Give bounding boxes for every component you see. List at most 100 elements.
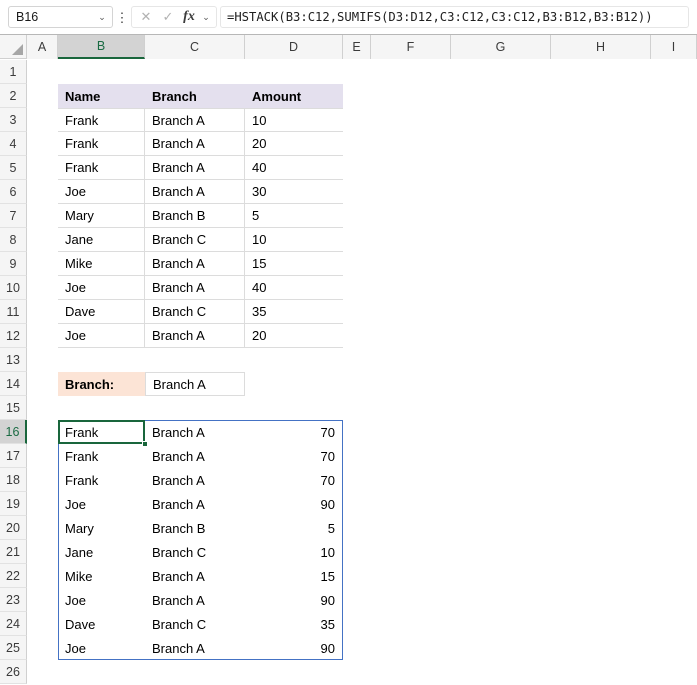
result-cell-name[interactable]: Mary (58, 516, 145, 540)
more-options-icon[interactable]: ⋮ (115, 11, 129, 24)
source-cell-name[interactable]: Mike (58, 252, 145, 276)
result-cell-branch[interactable]: Branch A (145, 492, 245, 516)
row-header-17[interactable]: 17 (0, 444, 27, 468)
column-header-d[interactable]: D (245, 35, 343, 59)
row-header-18[interactable]: 18 (0, 468, 27, 492)
result-cell-branch[interactable]: Branch A (145, 636, 245, 660)
row-header-14[interactable]: 14 (0, 372, 27, 396)
row-header-10[interactable]: 10 (0, 276, 27, 300)
source-cell-amount[interactable]: 40 (245, 156, 343, 180)
formula-input[interactable]: =HSTACK(B3:C12,SUMIFS(D3:D12,C3:C12,C3:C… (220, 6, 689, 28)
result-cell-amount[interactable]: 15 (245, 564, 343, 588)
result-cell-amount[interactable]: 5 (245, 516, 343, 540)
source-cell-branch[interactable]: Branch A (145, 324, 245, 348)
column-header-f[interactable]: F (371, 35, 451, 59)
result-cell-amount[interactable]: 70 (245, 420, 343, 444)
row-header-20[interactable]: 20 (0, 516, 27, 540)
row-header-8[interactable]: 8 (0, 228, 27, 252)
row-header-1[interactable]: 1 (0, 60, 27, 84)
result-cell-name[interactable]: Frank (58, 468, 145, 492)
name-box[interactable]: B16 ⌄ (8, 6, 113, 28)
source-cell-branch[interactable]: Branch A (145, 276, 245, 300)
column-header-g[interactable]: G (451, 35, 551, 59)
criteria-label[interactable]: Branch: (58, 372, 145, 396)
source-cell-name[interactable]: Mary (58, 204, 145, 228)
source-cell-branch[interactable]: Branch A (145, 108, 245, 132)
result-cell-amount[interactable]: 90 (245, 492, 343, 516)
source-cell-name[interactable]: Dave (58, 300, 145, 324)
source-table-header-name[interactable]: Name (58, 84, 145, 108)
source-cell-name[interactable]: Jane (58, 228, 145, 252)
row-header-6[interactable]: 6 (0, 180, 27, 204)
result-cell-amount[interactable]: 10 (245, 540, 343, 564)
result-cell-amount[interactable]: 90 (245, 588, 343, 612)
source-cell-branch[interactable]: Branch A (145, 180, 245, 204)
result-cell-name[interactable]: Joe (58, 492, 145, 516)
result-cell-name[interactable]: Jane (58, 540, 145, 564)
result-cell-amount[interactable]: 70 (245, 468, 343, 492)
source-cell-branch[interactable]: Branch A (145, 132, 245, 156)
source-cell-amount[interactable]: 40 (245, 276, 343, 300)
row-header-21[interactable]: 21 (0, 540, 27, 564)
cancel-icon[interactable]: ✕ (135, 7, 157, 27)
row-header-13[interactable]: 13 (0, 348, 27, 372)
source-cell-amount[interactable]: 5 (245, 204, 343, 228)
row-header-12[interactable]: 12 (0, 324, 27, 348)
row-header-25[interactable]: 25 (0, 636, 27, 660)
result-cell-name[interactable]: Mike (58, 564, 145, 588)
column-header-a[interactable]: A (27, 35, 58, 59)
source-cell-name[interactable]: Joe (58, 324, 145, 348)
row-header-15[interactable]: 15 (0, 396, 27, 420)
source-cell-amount[interactable]: 10 (245, 108, 343, 132)
sheet-cells[interactable]: Name Branch Amount Frank Branch A 10 Frank Bran… (27, 60, 697, 685)
row-header-3[interactable]: 3 (0, 108, 27, 132)
criteria-value[interactable]: Branch A (145, 372, 245, 396)
result-cell-name[interactable]: Joe (58, 636, 145, 660)
row-header-23[interactable]: 23 (0, 588, 27, 612)
result-cell-branch[interactable]: Branch A (145, 444, 245, 468)
source-cell-branch[interactable]: Branch A (145, 156, 245, 180)
result-cell-name[interactable]: Frank (58, 420, 145, 444)
result-cell-branch[interactable]: Branch A (145, 564, 245, 588)
row-header-11[interactable]: 11 (0, 300, 27, 324)
select-all-button[interactable] (0, 35, 27, 59)
row-header-7[interactable]: 7 (0, 204, 27, 228)
result-cell-amount[interactable]: 70 (245, 444, 343, 468)
result-cell-amount[interactable]: 90 (245, 636, 343, 660)
row-header-26[interactable]: 26 (0, 660, 27, 684)
source-cell-branch[interactable]: Branch A (145, 252, 245, 276)
result-cell-branch[interactable]: Branch C (145, 540, 245, 564)
source-cell-name[interactable]: Frank (58, 132, 145, 156)
result-cell-name[interactable]: Joe (58, 588, 145, 612)
column-header-h[interactable]: H (551, 35, 651, 59)
result-cell-branch[interactable]: Branch A (145, 420, 245, 444)
row-header-16[interactable]: 16 (0, 420, 27, 444)
source-cell-name[interactable]: Joe (58, 180, 145, 204)
source-cell-amount[interactable]: 20 (245, 132, 343, 156)
result-cell-branch[interactable]: Branch C (145, 612, 245, 636)
column-header-b[interactable]: B (58, 35, 145, 59)
source-cell-amount[interactable]: 35 (245, 300, 343, 324)
row-header-19[interactable]: 19 (0, 492, 27, 516)
source-cell-branch[interactable]: Branch B (145, 204, 245, 228)
row-header-2[interactable]: 2 (0, 84, 27, 108)
chevron-down-icon[interactable]: ⌄ (92, 12, 112, 22)
source-table-header-amount[interactable]: Amount (245, 84, 343, 108)
result-cell-branch[interactable]: Branch B (145, 516, 245, 540)
source-cell-amount[interactable]: 30 (245, 180, 343, 204)
source-cell-name[interactable]: Joe (58, 276, 145, 300)
row-header-24[interactable]: 24 (0, 612, 27, 636)
row-header-4[interactable]: 4 (0, 132, 27, 156)
source-cell-branch[interactable]: Branch C (145, 300, 245, 324)
result-cell-name[interactable]: Frank (58, 444, 145, 468)
row-header-22[interactable]: 22 (0, 564, 27, 588)
result-cell-amount[interactable]: 35 (245, 612, 343, 636)
insert-function-icon[interactable]: fx (179, 7, 199, 27)
result-cell-name[interactable]: Dave (58, 612, 145, 636)
confirm-icon[interactable]: ✓ (157, 7, 179, 27)
source-table-header-branch[interactable]: Branch (145, 84, 245, 108)
source-cell-amount[interactable]: 15 (245, 252, 343, 276)
source-cell-amount[interactable]: 20 (245, 324, 343, 348)
source-cell-name[interactable]: Frank (58, 108, 145, 132)
column-header-e[interactable]: E (343, 35, 371, 59)
